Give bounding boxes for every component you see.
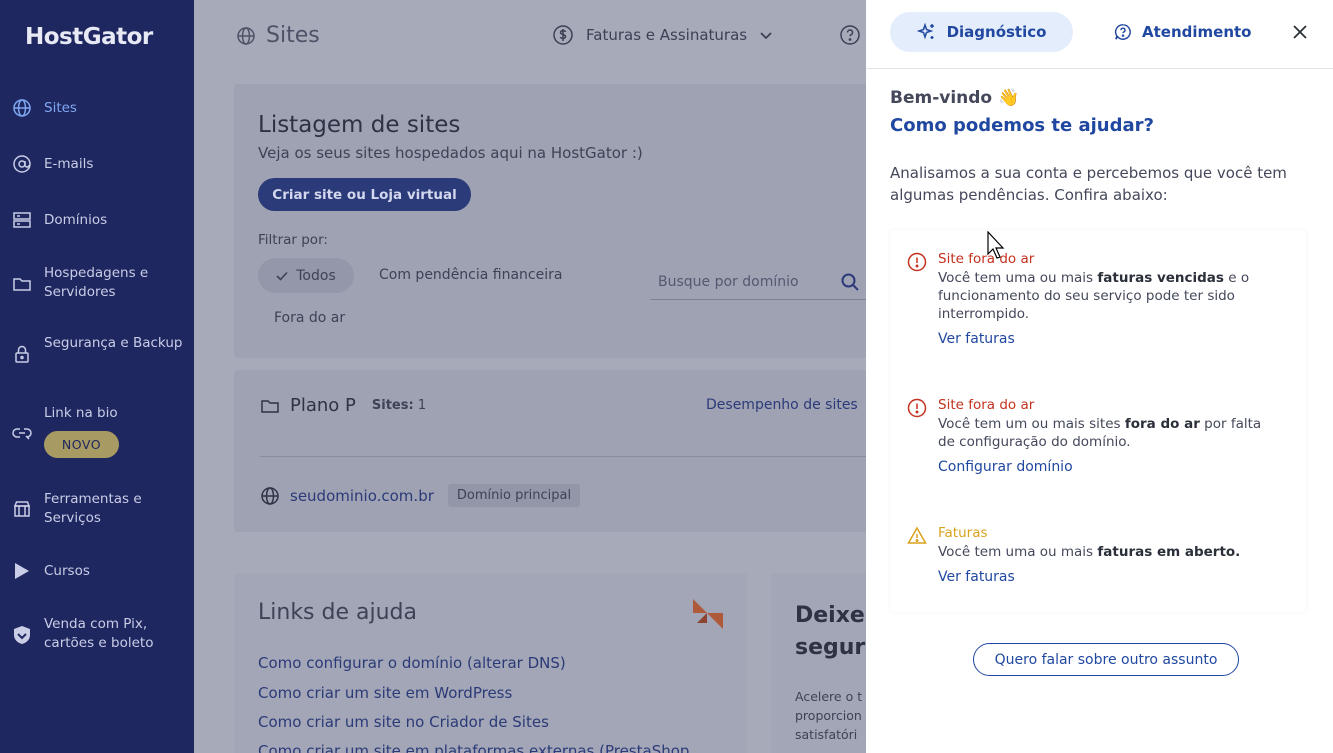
welcome-heading: Bem-vindo 👋 <box>890 88 1020 108</box>
plan-header: Plano P Sites: 1 <box>260 395 426 416</box>
tab-support[interactable]: Atendimento <box>1114 12 1251 52</box>
play-icon <box>12 561 32 581</box>
folder-icon <box>12 274 32 294</box>
sidebar-item-label: Cursos <box>44 563 90 579</box>
page-title: Sites <box>236 23 320 48</box>
search-icon[interactable] <box>840 272 860 296</box>
chevron-down-icon <box>760 32 772 40</box>
view-invoices-link[interactable]: Ver faturas <box>938 331 1015 347</box>
alert-text: Você tem uma ou mais faturas em aberto. <box>938 544 1241 560</box>
alert-text: Você tem um ou mais sites fora do ar por… <box>938 416 1262 450</box>
globe-icon <box>237 26 255 45</box>
filter-chip-all[interactable]: Todos <box>258 258 354 293</box>
billing-menu-label: Faturas e Assinaturas <box>586 26 748 44</box>
view-invoices-link[interactable]: Ver faturas <box>938 569 1015 585</box>
main-content: Sites Faturas e Assinaturas Listagem de … <box>194 0 866 753</box>
store-icon <box>12 499 32 519</box>
domain-link[interactable]: seudominio.com.br <box>290 487 434 505</box>
warning-icon <box>907 526 927 546</box>
plan-sites-count: Sites: 1 <box>371 398 427 413</box>
at-icon <box>12 154 32 174</box>
filter-chip-offline[interactable]: Fora do ar <box>274 310 345 326</box>
configure-domain-link[interactable]: Configurar domínio <box>938 459 1073 475</box>
sidebar-item-label: Venda com Pix, cartões e boleto <box>44 616 154 651</box>
server-icon <box>12 210 32 230</box>
error-icon <box>907 252 927 272</box>
alert-text: Você tem uma ou mais faturas vencidas e … <box>938 270 1250 322</box>
tab-diagnostic[interactable]: Diagnóstico <box>890 12 1073 52</box>
other-subject-button[interactable]: Quero falar sobre outro assunto <box>973 643 1239 676</box>
help-links-title: Links de ajuda <box>258 600 417 625</box>
search-input[interactable]: Busque por domínio <box>658 274 799 290</box>
help-question: Como podemos te ajudar? <box>890 115 1154 136</box>
sidebar-item-label: Segurança e Backup <box>44 335 183 351</box>
promo-text: Acelere o t proporcion satisfatóri <box>795 689 863 742</box>
page-title-text: Sites <box>266 23 320 48</box>
intro-text: Analisamos a sua conta e percebemos que … <box>890 164 1287 204</box>
filter-label: Filtrar por: <box>258 232 328 248</box>
mouse-cursor-icon <box>987 231 1005 259</box>
sidebar-item-label: Link na bio <box>44 405 118 421</box>
help-link-external[interactable]: Como criar um site em plataformas extern… <box>258 742 689 753</box>
plan-card: Plano P Sites: 1 Desempenho de sites seu… <box>234 370 866 532</box>
globe-icon <box>12 98 32 118</box>
domain-row: seudominio.com.br Domínio principal <box>260 484 581 507</box>
diagnostic-panel: Diagnóstico Atendimento Bem-vindo 👋 Como… <box>866 0 1333 753</box>
filter-chip-financial[interactable]: Com pendência financeira <box>379 267 562 283</box>
billing-menu[interactable]: Faturas e Assinaturas <box>552 24 773 46</box>
close-icon[interactable] <box>1290 22 1310 42</box>
site-performance-link[interactable]: Desempenho de sites <box>706 397 858 413</box>
dollar-icon <box>553 25 573 45</box>
sidebar-item-label: Ferramentas e Serviços <box>44 491 142 526</box>
alerts-list: Site fora do ar Você tem uma ou mais fat… <box>890 230 1306 612</box>
link-icon <box>12 423 32 443</box>
sidebar-item-label: Hospedagens e Servidores <box>44 265 149 300</box>
hostgator-logo[interactable]: HostGator <box>25 24 153 50</box>
divider <box>866 68 1333 69</box>
promo-title: Deixe segur <box>795 603 866 660</box>
primary-domain-tag: Domínio principal <box>447 484 581 507</box>
sidebar-item-label: E-mails <box>44 156 94 172</box>
help-link-site-builder[interactable]: Como criar um site no Criador de Sites <box>258 713 549 731</box>
create-site-button[interactable]: Criar site ou Loja virtual <box>258 178 471 211</box>
lock-icon <box>12 344 32 364</box>
tab-diagnostic-label: Diagnóstico <box>946 23 1047 41</box>
sidebar-item-label: Domínios <box>44 212 108 228</box>
help-link-wordpress[interactable]: Como criar um site em WordPress <box>258 684 512 702</box>
help-links-card: Links de ajuda Como configurar o domínio… <box>234 573 747 753</box>
filter-chip-label: Todos <box>296 267 336 284</box>
folder-icon <box>261 399 279 413</box>
sparkle-icon <box>916 22 934 40</box>
alert-title: Faturas <box>938 525 988 541</box>
new-badge: NOVO <box>44 431 119 458</box>
listing-subtitle: Veja os seus sites hospedados aqui na Ho… <box>258 144 643 162</box>
domain-search[interactable]: Busque por domínio <box>650 264 866 300</box>
sites-listing-card: Listagem de sites Veja os seus sites hos… <box>234 84 866 358</box>
error-icon <box>907 398 927 418</box>
hostgator-mark-icon <box>693 599 723 629</box>
promo-card: Deixe segur Acelere o t proporcion satisfat… <box>771 573 866 753</box>
plan-name: Plano P <box>290 395 356 416</box>
divider <box>260 456 866 457</box>
sidebar-item-label: Sites <box>44 100 77 116</box>
sidebar: HostGator Sites E-mails Domínios Hospeda… <box>0 0 194 753</box>
check-icon <box>276 271 288 281</box>
chat-help-icon <box>1114 24 1131 40</box>
alert-title: Site fora do ar <box>938 397 1035 413</box>
help-link-dns[interactable]: Como configurar o domínio (alterar DNS) <box>258 654 566 672</box>
shield-icon <box>12 625 32 645</box>
help-icon[interactable] <box>839 24 861 50</box>
listing-title: Listagem de sites <box>258 112 461 138</box>
tab-support-label: Atendimento <box>1142 23 1252 41</box>
globe-icon <box>261 486 279 505</box>
